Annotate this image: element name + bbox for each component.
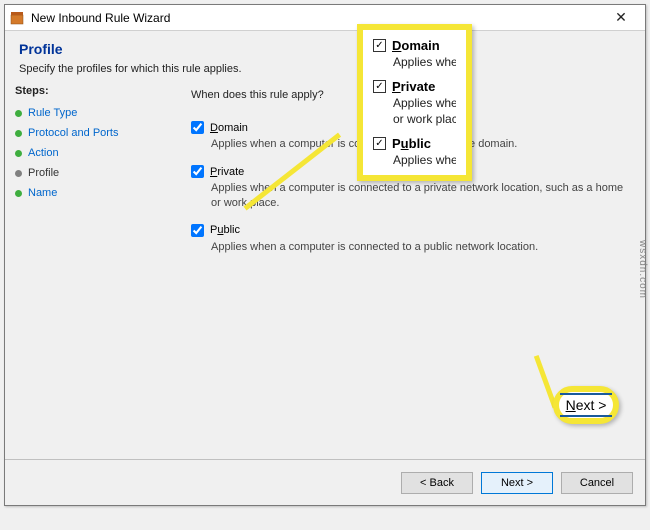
callout-private-label: Private — [392, 79, 435, 94]
step-rule-type[interactable]: Rule Type — [15, 103, 163, 123]
checkmark-icon: ✓ — [373, 39, 386, 52]
cancel-button[interactable]: Cancel — [561, 472, 633, 494]
next-button[interactable]: Next > — [481, 472, 553, 494]
page-subtitle: Specify the profiles for which this rule… — [19, 63, 631, 75]
domain-checkbox[interactable] — [191, 121, 204, 134]
back-button[interactable]: < Back — [401, 472, 473, 494]
step-action[interactable]: Action — [15, 143, 163, 163]
callout-public-label: Public — [392, 136, 431, 151]
callout-domain-desc: Applies when — [393, 55, 456, 69]
step-bullet-icon — [15, 110, 22, 117]
callout-next: Next > — [553, 386, 619, 424]
step-bullet-icon — [15, 170, 22, 177]
header: Profile Specify the profiles for which t… — [5, 31, 645, 79]
steps-sidebar: Steps: Rule Type Protocol and Ports Acti… — [5, 79, 173, 479]
step-bullet-icon — [15, 130, 22, 137]
public-label: Public — [210, 224, 240, 236]
wizard-dialog: New Inbound Rule Wizard ✕ Profile Specif… — [4, 4, 646, 506]
profile-public-row: Public Applies when a computer is connec… — [191, 224, 627, 254]
steps-label: Steps: — [15, 85, 163, 97]
checkmark-icon: ✓ — [373, 80, 386, 93]
step-label: Protocol and Ports — [28, 127, 119, 139]
step-bullet-icon — [15, 190, 22, 197]
footer: < Back Next > Cancel — [5, 459, 645, 505]
public-desc: Applies when a computer is connected to … — [211, 240, 627, 254]
domain-label: Domain — [210, 122, 248, 134]
app-icon — [9, 10, 25, 26]
callout-next-label: Next > — [560, 393, 613, 417]
step-protocol-ports[interactable]: Protocol and Ports — [15, 123, 163, 143]
step-profile[interactable]: Profile — [15, 163, 163, 183]
titlebar: New Inbound Rule Wizard ✕ — [5, 5, 645, 31]
private-checkbox[interactable] — [191, 165, 204, 178]
callout-public-desc: Applies when — [393, 153, 456, 167]
public-checkbox[interactable] — [191, 224, 204, 237]
watermark: wsxdn.com — [637, 240, 648, 299]
window-title: New Inbound Rule Wizard — [31, 11, 601, 25]
callout-profiles: ✓ Domain Applies when ✓ Private Applies … — [357, 24, 472, 181]
step-label: Rule Type — [28, 107, 77, 119]
callout-domain-label: Domain — [392, 38, 440, 53]
step-label: Action — [28, 147, 59, 159]
checkmark-icon: ✓ — [373, 137, 386, 150]
step-name[interactable]: Name — [15, 183, 163, 203]
close-button[interactable]: ✕ — [601, 5, 641, 30]
page-title: Profile — [19, 41, 631, 57]
callout-private-desc: Applies when — [393, 96, 456, 110]
step-label: Name — [28, 187, 57, 199]
step-bullet-icon — [15, 150, 22, 157]
step-label: Profile — [28, 167, 59, 179]
private-label: Private — [210, 166, 244, 178]
callout-private-desc2: or work place — [393, 112, 456, 126]
